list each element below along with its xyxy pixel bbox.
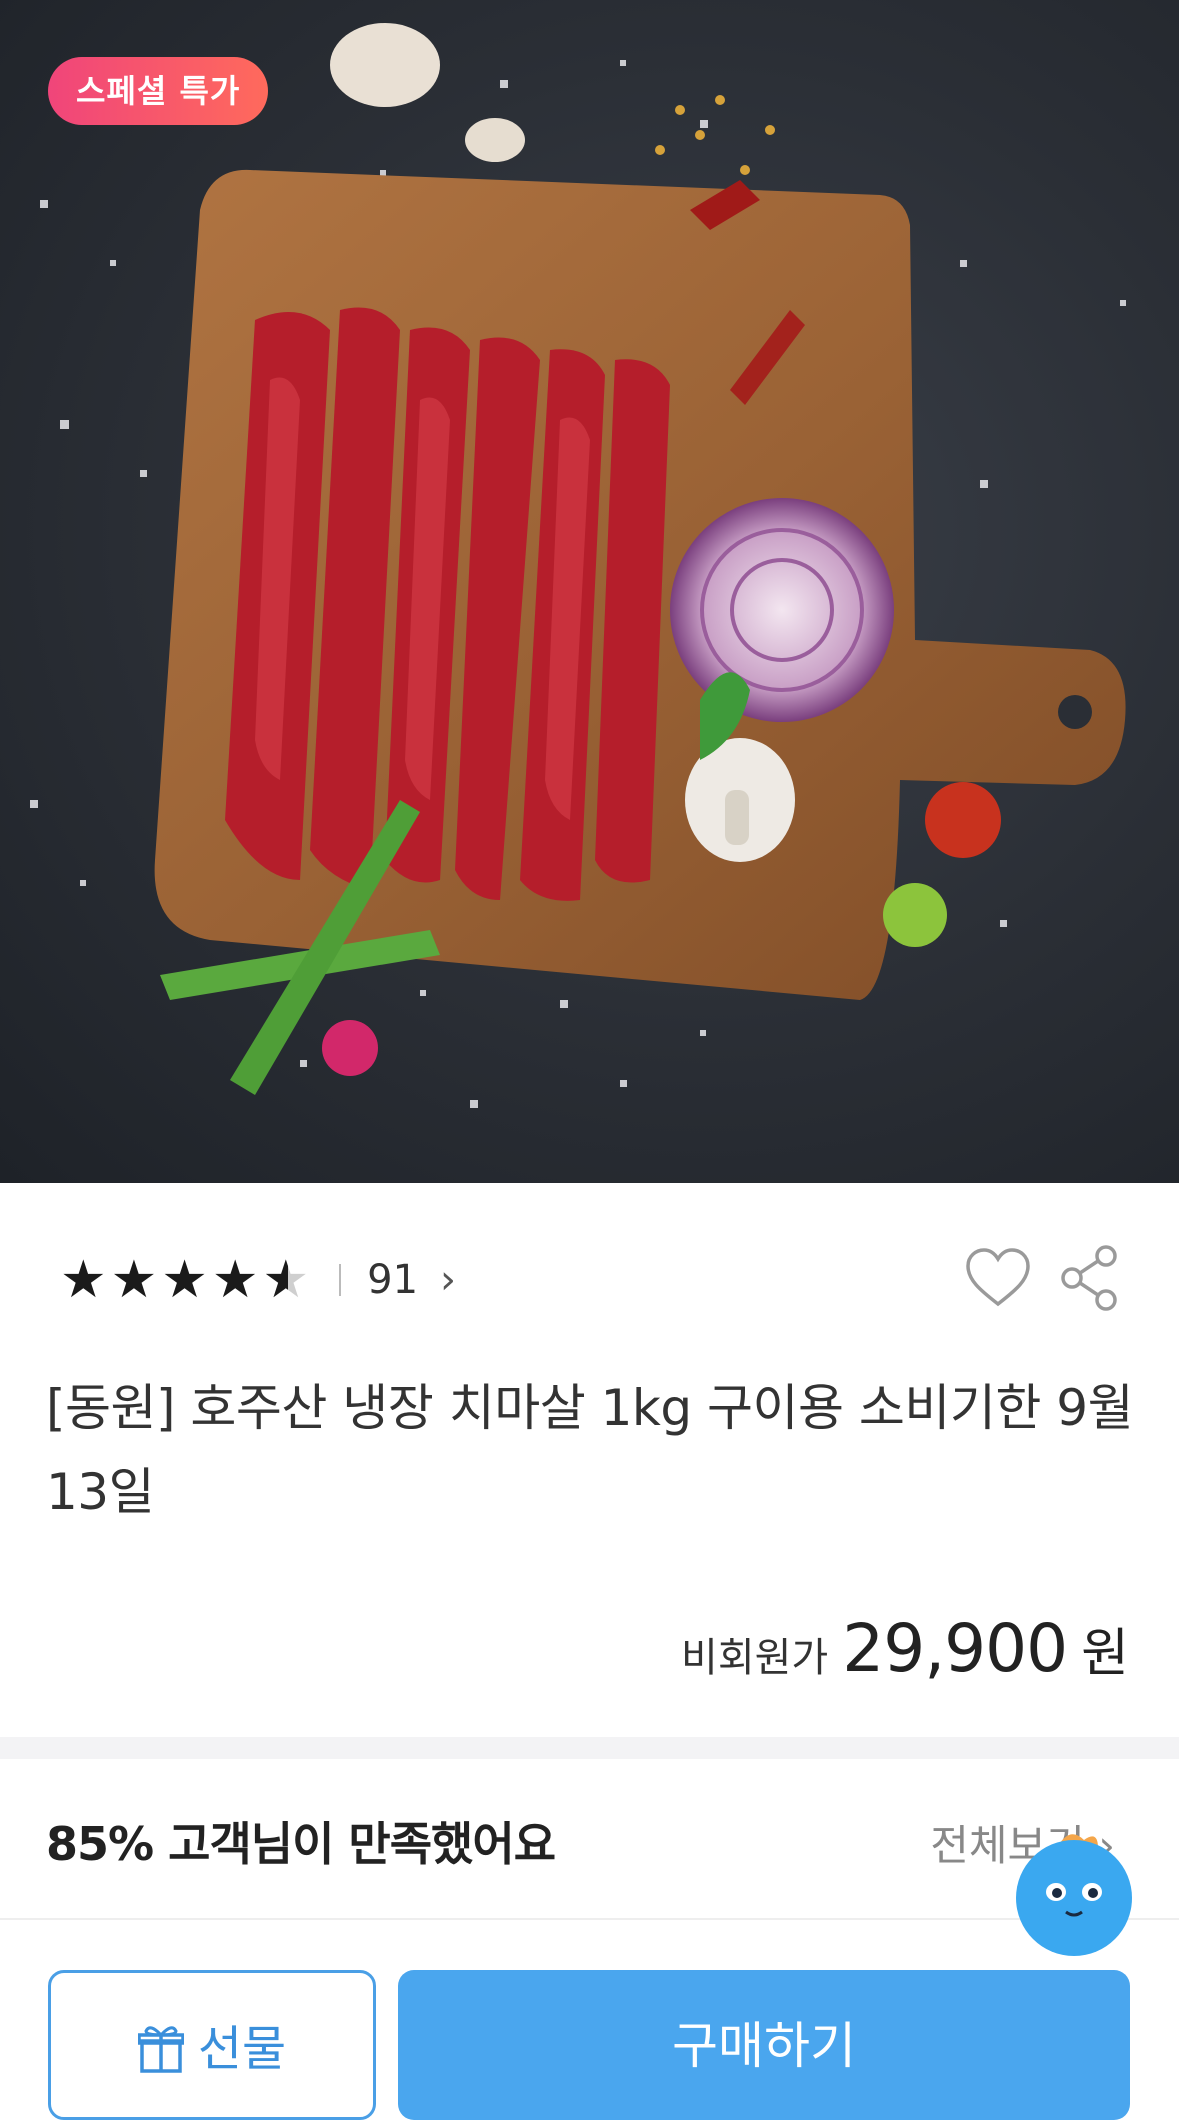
divider — [0, 1918, 1179, 1920]
buy-button[interactable]: 구매하기 — [398, 1970, 1130, 2120]
mascot-icon[interactable] — [1014, 1826, 1134, 1956]
price-row: 비회원가 29,900 원 — [681, 1610, 1129, 1687]
review-count[interactable]: 91 — [367, 1257, 418, 1303]
star-half-icon: ★ ★ — [262, 1250, 310, 1310]
star-icon: ★ — [60, 1250, 107, 1310]
gift-icon — [137, 2026, 184, 2073]
product-image[interactable]: 스페셜 특가 — [0, 0, 1179, 1183]
share-icon[interactable] — [1058, 1242, 1122, 1314]
rating-row[interactable]: ★ ★ ★ ★ ★ ★ 91 › — [60, 1250, 456, 1310]
satisfaction-summary: 85% 고객님이 만족했어요 — [46, 1817, 556, 1871]
product-title: [동원] 호주산 냉장 치마살 1kg 구이용 소비기한 9월13일 — [46, 1379, 1134, 1521]
chevron-right-icon[interactable]: › — [440, 1257, 456, 1303]
rating-divider — [339, 1264, 342, 1296]
price-unit: 원 — [1081, 1624, 1129, 1684]
buy-label: 구매하기 — [672, 2017, 856, 2075]
product-photo — [30, 23, 1126, 1108]
special-deal-badge: 스페셜 특가 — [48, 57, 269, 125]
price-label: 비회원가 — [681, 1635, 829, 1681]
price-value: 29,900 — [842, 1610, 1068, 1687]
star-icon: ★ — [161, 1250, 208, 1310]
heart-icon[interactable] — [962, 1242, 1034, 1314]
star-icon: ★ — [110, 1250, 158, 1310]
section-divider — [0, 1737, 1179, 1759]
gift-button[interactable]: 선물 — [48, 1970, 376, 2120]
star-rating: ★ ★ ★ ★ ★ ★ — [60, 1254, 309, 1306]
gift-label: 선물 — [197, 2021, 287, 2077]
star-icon: ★ — [211, 1250, 259, 1310]
